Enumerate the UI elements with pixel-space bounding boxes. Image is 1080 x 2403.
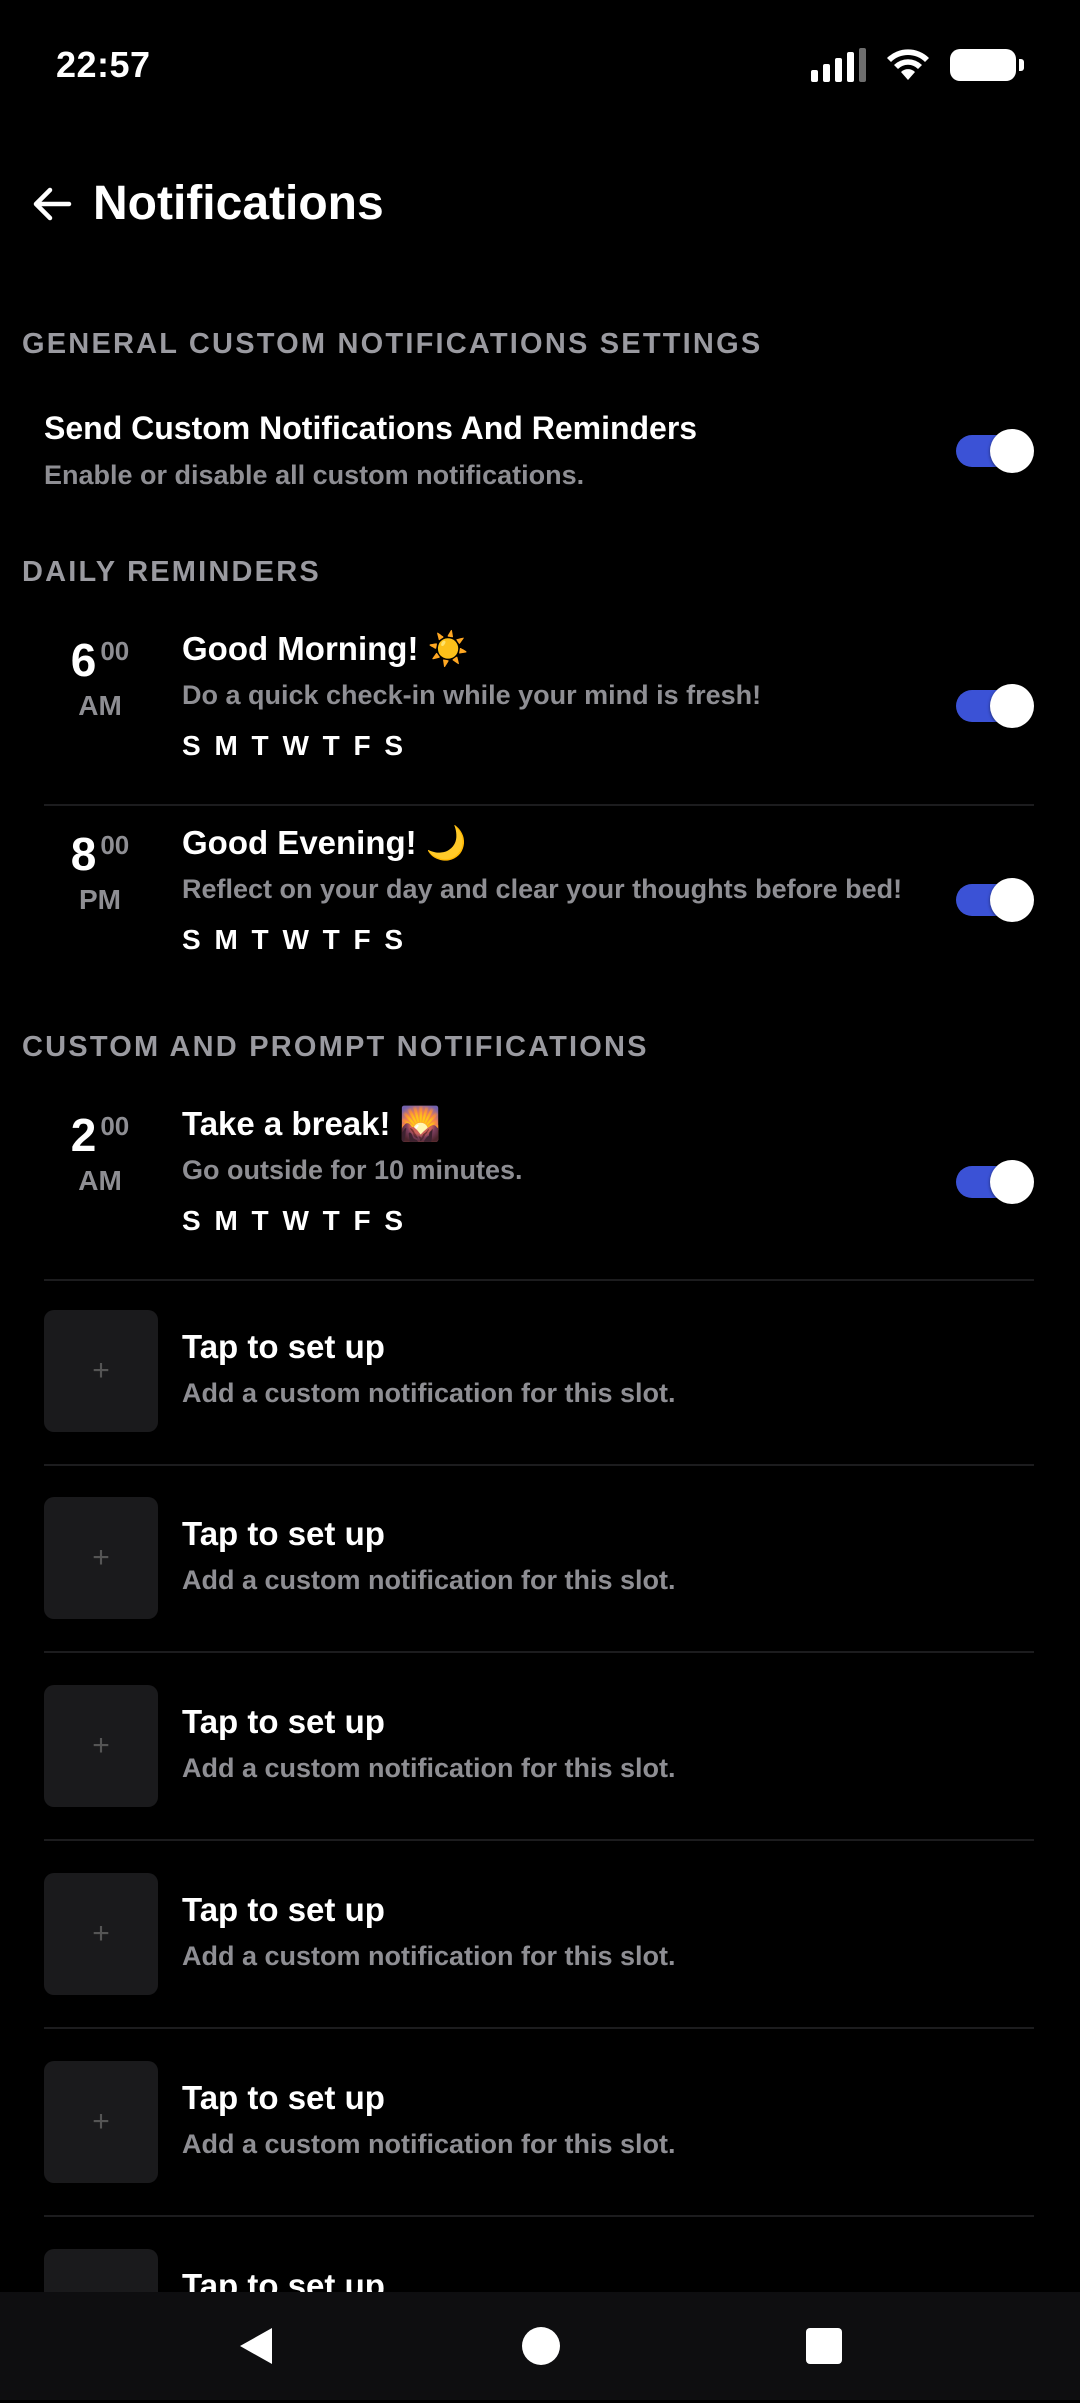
nav-recents-icon[interactable] <box>806 2328 842 2364</box>
toggle-knob <box>990 878 1034 922</box>
reminder-description: Reflect on your day and clear your thoug… <box>182 874 903 904</box>
slot-title: Tap to set up <box>182 2079 385 2116</box>
nav-back-icon[interactable] <box>240 2328 272 2364</box>
reminder-title: Good Morning! ☀️ <box>182 630 469 667</box>
reminder-time: 8 00 PM <box>44 828 156 916</box>
reminder-time: 2 00 AM <box>44 1109 156 1197</box>
reminder-time: 6 00 AM <box>44 634 156 722</box>
section-title-daily: DAILY REMINDERS <box>22 556 321 588</box>
reminder-days: S M T W T F S <box>182 1205 407 1236</box>
plus-icon: + <box>44 1685 158 1807</box>
reminder-minutes: 00 <box>100 1111 130 1141</box>
master-subtitle: Enable or disable all custom notificatio… <box>44 460 585 490</box>
plus-icon: + <box>44 1873 158 1995</box>
plus-icon: + <box>44 2061 158 2183</box>
slot-subtitle: Add a custom notification for this slot. <box>182 2129 676 2159</box>
nav-home-icon[interactable] <box>522 2327 560 2365</box>
empty-slot[interactable]: + Tap to set up Add a custom notificatio… <box>44 1841 1034 2029</box>
daily-reminder-evening[interactable]: 8 00 PM Good Evening! 🌙 Reflect on your … <box>44 806 1034 998</box>
slot-title: Tap to set up <box>182 1328 385 1365</box>
status-bar: 22:57 <box>0 0 1080 132</box>
system-nav-bar <box>0 2292 1080 2400</box>
empty-slot[interactable]: + Tap to set up Add a custom notificatio… <box>44 1465 1034 1653</box>
app-header: Notifications <box>0 150 1080 260</box>
battery-icon <box>950 49 1024 81</box>
reminder-hour: 2 <box>70 1109 97 1161</box>
empty-slot[interactable]: + Tap to set up Add a custom notificatio… <box>44 1278 1034 1466</box>
slot-subtitle: Add a custom notification for this slot. <box>182 1753 676 1783</box>
reminder-toggle[interactable] <box>956 1160 1034 1204</box>
master-title: Send Custom Notifications And Reminders <box>44 410 698 446</box>
wifi-icon <box>887 49 929 80</box>
reminder-ampm: AM <box>78 1165 122 1196</box>
slot-title: Tap to set up <box>182 1515 385 1552</box>
plus-icon: + <box>44 1310 158 1432</box>
reminder-hour: 6 <box>70 634 97 686</box>
slot-title: Tap to set up <box>182 1703 385 1740</box>
section-title-general: GENERAL CUSTOM NOTIFICATIONS SETTINGS <box>22 328 763 360</box>
reminder-minutes: 00 <box>100 636 130 666</box>
reminder-days: S M T W T F S <box>182 924 407 955</box>
reminder-ampm: AM <box>78 690 122 721</box>
toggle-knob <box>990 1160 1034 1204</box>
reminder-ampm: PM <box>79 884 121 915</box>
empty-slot[interactable]: + Tap to set up Add a custom notificatio… <box>44 1653 1034 1841</box>
toggle-knob <box>990 429 1034 473</box>
slot-subtitle: Add a custom notification for this slot. <box>182 1565 676 1595</box>
back-button[interactable] <box>20 172 84 236</box>
reminder-hour: 8 <box>70 828 97 880</box>
slot-subtitle: Add a custom notification for this slot. <box>182 1378 676 1408</box>
section-title-custom: CUSTOM AND PROMPT NOTIFICATIONS <box>22 1031 649 1063</box>
reminder-title: Take a break! 🌄 <box>182 1105 441 1142</box>
daily-reminder-morning[interactable]: 6 00 AM Good Morning! ☀️ Do a quick chec… <box>44 612 1034 806</box>
master-notifications-row[interactable]: Send Custom Notifications And Reminders … <box>44 400 1044 510</box>
page-title: Notifications <box>93 177 384 230</box>
custom-reminder-break[interactable]: 2 00 AM Take a break! 🌄 Go outside for 1… <box>44 1087 1034 1281</box>
reminder-toggle[interactable] <box>956 878 1034 922</box>
slot-title: Tap to set up <box>182 1891 385 1928</box>
signal-icon <box>811 48 866 82</box>
reminder-toggle[interactable] <box>956 684 1034 728</box>
reminder-title: Good Evening! 🌙 <box>182 824 467 861</box>
toggle-knob <box>990 684 1034 728</box>
slot-subtitle: Add a custom notification for this slot. <box>182 1941 676 1971</box>
reminder-minutes: 00 <box>100 830 130 860</box>
status-time: 22:57 <box>56 44 151 85</box>
reminder-description: Do a quick check-in while your mind is f… <box>182 680 762 710</box>
empty-slot[interactable]: + Tap to set up Add a custom notificatio… <box>44 2029 1034 2217</box>
reminder-description: Go outside for 10 minutes. <box>182 1155 523 1185</box>
status-icons <box>811 48 1024 82</box>
arrow-left-icon <box>33 187 72 221</box>
master-toggle[interactable] <box>956 429 1034 473</box>
reminder-days: S M T W T F S <box>182 730 407 761</box>
plus-icon: + <box>44 1497 158 1619</box>
